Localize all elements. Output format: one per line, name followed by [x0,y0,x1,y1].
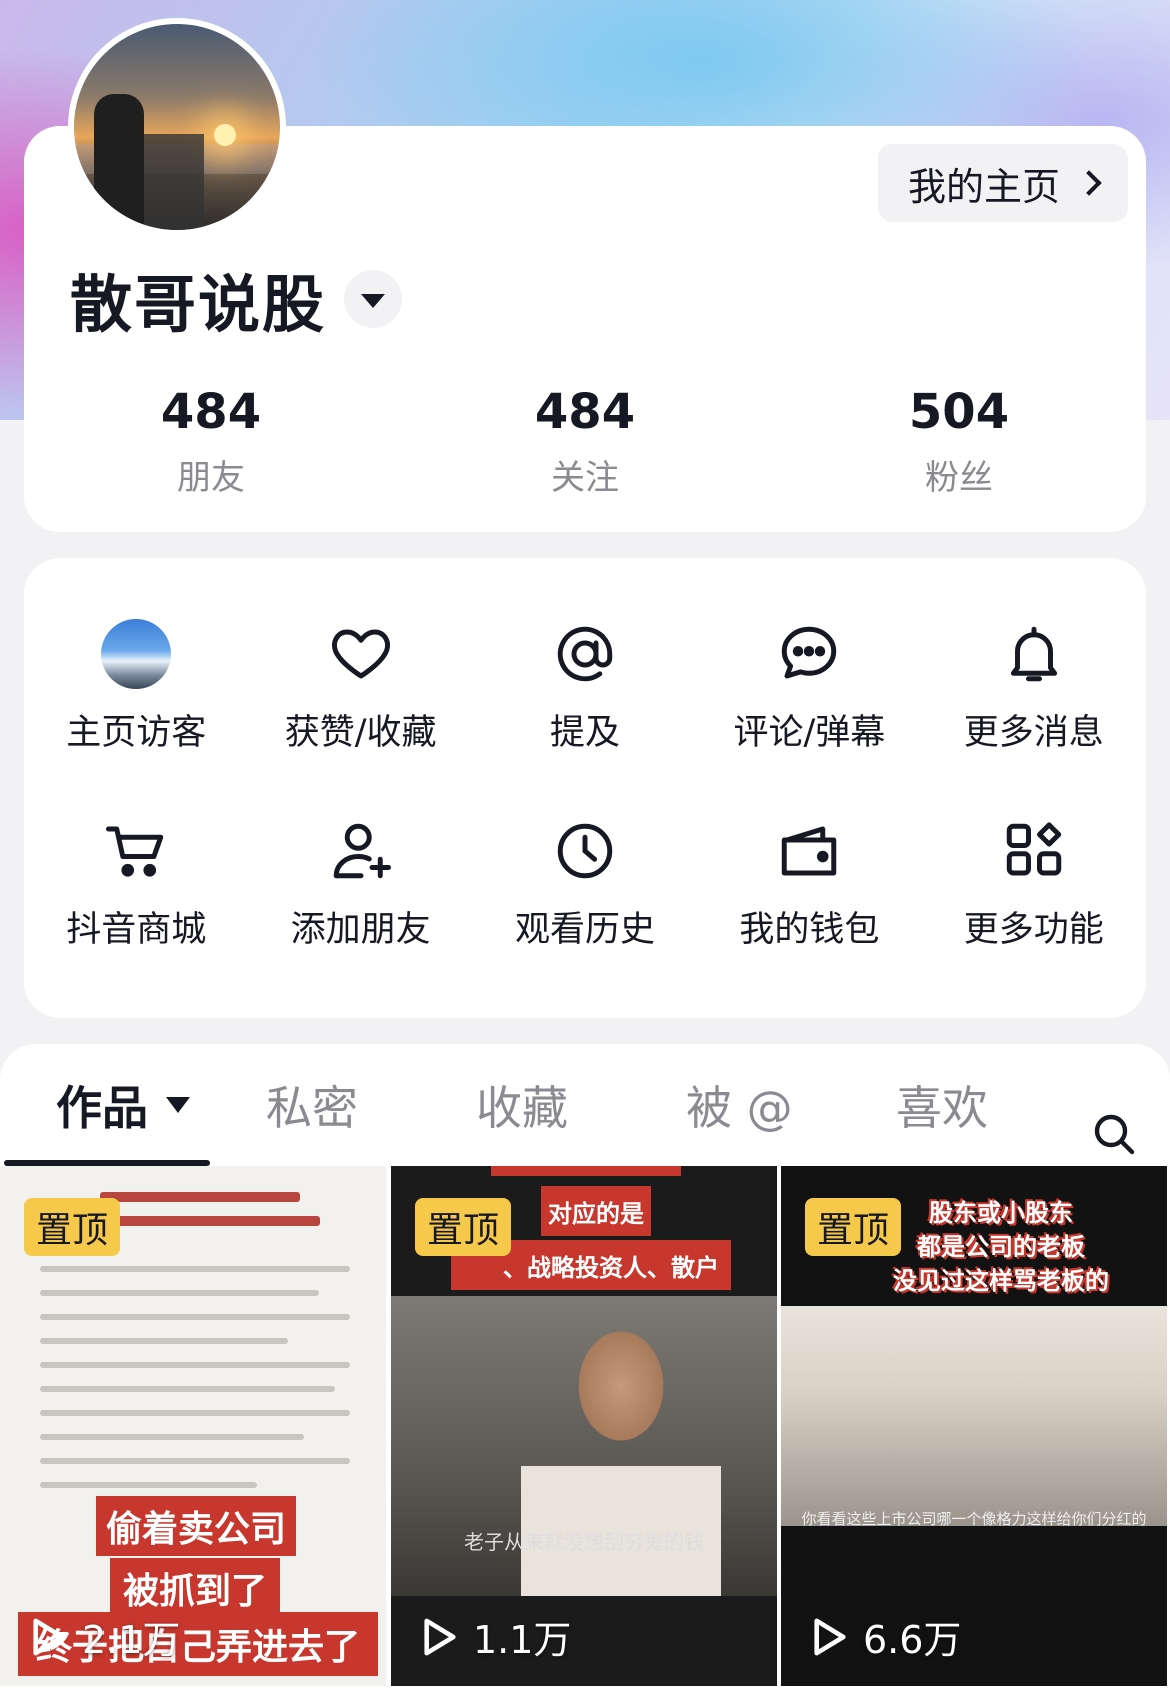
stats-row: 484 朋友 484 关注 504 粉丝 [24,384,1146,499]
menu-item-label: 获赞/收藏 [284,713,437,753]
tab-label: 收藏 [476,1081,568,1135]
avatar-person [94,94,144,230]
dropdown-triangle-icon [361,294,386,308]
stat-label: 朋友 [177,458,245,498]
content-tabs: 作品 私密 收藏 被 @ 喜欢 [0,1072,1170,1155]
menu-item-label: 评论/弹幕 [733,713,886,753]
doc-text-lines [40,1266,350,1506]
pinned-badge: 置顶 [415,1198,512,1256]
heart-icon [325,618,397,690]
stat-value: 504 [908,384,1010,440]
pinned-badge: 置顶 [805,1198,902,1256]
view-count: 1.1万 [421,1609,571,1664]
caption-bar [491,1166,681,1176]
tab-private[interactable]: 私密 [266,1072,358,1138]
menu-item-likes[interactable]: 获赞/收藏 [248,618,472,755]
video-caption: 偷着卖公司 [96,1496,296,1556]
doc-header-line [90,1216,320,1226]
chevron-right-icon [1076,170,1102,196]
video-subtitle: 你看看这些上市公司哪一个像格力这样给你们分红的 [801,1510,1147,1528]
stat-value: 484 [534,384,636,440]
menu-item-label: 更多功能 [963,910,1104,950]
video-caption: 对应的是 [541,1186,651,1236]
my-homepage-label: 我的主页 [907,164,1060,209]
tab-label: 喜欢 [896,1081,988,1135]
tab-label: 作品 [56,1081,148,1135]
menu-item-label: 提及 [549,713,620,753]
stat-following[interactable]: 484 关注 [398,384,772,499]
video-card[interactable]: 股东或小股东 都是公司的老板 没见过这样骂老板的 置顶 你看看这些上市公司哪一个… [781,1166,1167,1686]
at-icon [549,618,621,690]
cart-icon [100,815,172,887]
menu-item-mall[interactable]: 抖音商城 [24,815,248,952]
shortcuts-grid: 主页访客 获赞/收藏 提及 评论/弹幕 更多消息 抖音商城 添加朋友 观看历史 … [24,618,1146,952]
visitor-avatar-icon [100,618,172,690]
add-user-icon [325,815,397,887]
video-subtitle: 老子从来就没想刮穷鬼的钱 [464,1530,704,1554]
tab-label: 私密 [266,1081,358,1135]
play-icon [33,1618,65,1655]
shortcuts-card: 主页访客 获赞/收藏 提及 评论/弹幕 更多消息 抖音商城 添加朋友 观看历史 … [24,558,1146,1018]
profile-avatar[interactable] [68,18,286,236]
menu-item-label: 添加朋友 [290,910,431,950]
avatar-railing [144,134,204,230]
menu-item-history[interactable]: 观看历史 [473,815,697,952]
clock-icon [549,815,621,887]
username-row: 散哥说股 [70,254,403,344]
account-switch-button[interactable] [344,270,403,328]
menu-item-visitors[interactable]: 主页访客 [24,618,248,755]
username: 散哥说股 [70,268,327,341]
video-card[interactable]: 置顶 偷着卖公司 被抓到了 终于把自己弄进去了 2.1万 [0,1166,386,1686]
content-section: 作品 私密 收藏 被 @ 喜欢 置顶 偷着卖公司 被抓到了 终于把自己弄进去了 … [0,1044,1170,1694]
view-count: 6.6万 [811,1609,961,1664]
stat-label: 粉丝 [925,458,993,498]
wallet-icon [773,815,845,887]
comment-icon [773,618,845,690]
menu-item-label: 抖音商城 [66,910,207,950]
tab-likes[interactable]: 喜欢 [896,1072,988,1138]
dropdown-triangle-icon [166,1097,190,1113]
bell-icon [998,618,1070,690]
search-icon[interactable] [1090,1110,1138,1158]
view-count-value: 1.1万 [473,1618,572,1662]
view-count-value: 2.1万 [82,1618,181,1662]
avatar-sun [214,124,236,146]
menu-item-label: 观看历史 [514,910,655,950]
menu-item-comments[interactable]: 评论/弹幕 [697,618,921,755]
menu-item-label: 主页访客 [66,713,207,753]
pinned-badge: 置顶 [24,1198,121,1256]
video-grid: 置顶 偷着卖公司 被抓到了 终于把自己弄进去了 2.1万 对应的是 、战略投资人… [0,1166,1170,1686]
video-scene [781,1306,1167,1526]
play-icon [814,1618,846,1655]
grid-icon [998,815,1070,887]
menu-item-more-messages[interactable]: 更多消息 [922,618,1146,755]
stat-friends[interactable]: 484 朋友 [24,384,398,499]
tab-favorites[interactable]: 收藏 [476,1072,568,1138]
stat-label: 关注 [551,458,619,498]
menu-item-mentions[interactable]: 提及 [473,618,697,755]
view-count: 2.1万 [30,1609,180,1664]
play-icon [424,1618,456,1655]
my-homepage-button[interactable]: 我的主页 [878,144,1128,222]
view-count-value: 6.6万 [863,1618,962,1662]
menu-item-label: 我的钱包 [739,910,880,950]
video-caption: 没见过这样骂老板的 [893,1266,1109,1295]
menu-item-label: 更多消息 [963,713,1104,753]
tab-works[interactable]: 作品 [56,1072,190,1138]
video-card[interactable]: 对应的是 、战略投资人、散户 置顶 老子从来就没想刮穷鬼的钱 1.1万 [391,1166,777,1686]
stat-value: 484 [160,384,262,440]
doc-header-line [100,1192,300,1202]
menu-item-wallet[interactable]: 我的钱包 [697,815,921,952]
tab-mentioned[interactable]: 被 @ [686,1072,793,1138]
stat-followers[interactable]: 504 粉丝 [772,384,1146,499]
menu-item-more-features[interactable]: 更多功能 [922,815,1146,952]
menu-item-add-friend[interactable]: 添加朋友 [248,815,472,952]
tab-label: 被 @ [686,1081,793,1135]
